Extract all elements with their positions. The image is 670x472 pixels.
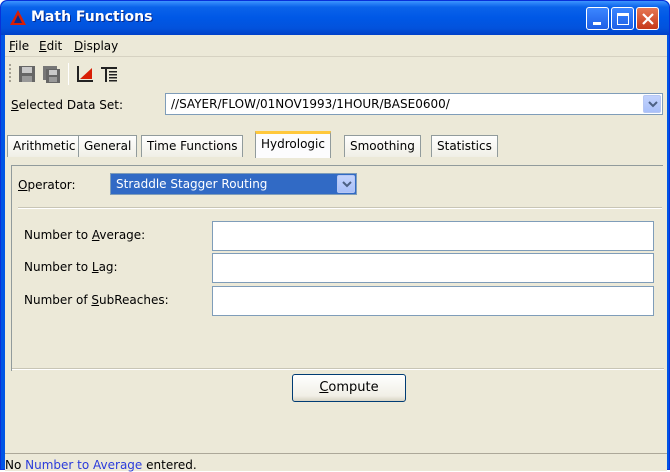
status-bar: No Number to Average entered. [5,453,667,472]
dataset-label: Selected Data Set: [11,98,124,112]
save-icon[interactable] [17,64,37,84]
panel-bottom-divider [12,368,664,370]
compute-button[interactable]: Compute [292,374,406,402]
operator-select-value: Straddle Stagger Routing [116,177,268,191]
tab-arithmetic[interactable]: Arithmetic [7,135,82,157]
hydrologic-panel-content: Operator: Straddle Stagger Routing Numbe… [12,166,664,372]
close-icon [642,13,654,25]
tab-general[interactable]: General [78,135,138,157]
title-bar[interactable]: Math Functions [1,1,669,35]
save-all-icon[interactable] [41,64,61,84]
number-to-average-input[interactable] [212,221,654,251]
dataset-select[interactable]: //SAYER/FLOW/01NOV1993/1HOUR/BASE0600/ [165,93,663,115]
number-to-average-label: Number to Average: [24,228,146,242]
operator-divider [18,207,662,209]
window-title: Math Functions [31,9,153,25]
maximize-button[interactable] [611,7,634,30]
tab-statistics[interactable]: Statistics [431,135,498,157]
operator-label: Operator: [18,178,76,192]
app-logo-icon [10,10,26,25]
minimize-button[interactable] [586,7,609,30]
menu-edit[interactable]: Edit [39,39,62,53]
number-of-subreaches-label: Number of SubReaches: [24,293,169,307]
tab-time-functions[interactable]: Time Functions [141,135,244,157]
tabulate-icon[interactable] [99,64,119,84]
toolbar-grip[interactable] [9,64,11,84]
toolbar [5,58,667,88]
chevron-down-icon [342,181,352,188]
status-message: No Number to Average entered. [5,458,197,472]
chevron-down-icon [648,101,658,108]
toolbar-separator [68,63,69,85]
dataset-select-value: //SAYER/FLOW/01NOV1993/1HOUR/BASE0600/ [171,97,450,111]
operator-dropdown-button[interactable] [337,175,355,193]
menu-display[interactable]: Display [74,39,118,53]
hydrologic-panel: Operator: Straddle Stagger Routing Numbe… [11,165,664,372]
close-button[interactable] [636,7,659,30]
maximize-icon [617,13,629,25]
minimize-icon [593,22,601,25]
math-functions-window: Math Functions File Edit Display Selecte… [0,0,670,472]
menu-bar: File Edit Display [5,35,667,57]
dataset-row: Selected Data Set: //SAYER/FLOW/01NOV199… [5,90,667,120]
number-of-subreaches-input[interactable] [212,286,654,316]
number-to-lag-label: Number to Lag: [24,260,118,274]
operator-select[interactable]: Straddle Stagger Routing [110,173,357,195]
plot-icon[interactable] [75,64,95,84]
number-to-lag-input[interactable] [212,253,654,283]
tab-hydrologic[interactable]: Hydrologic [255,131,331,158]
tab-smoothing[interactable]: Smoothing [344,135,421,157]
dataset-dropdown-button[interactable] [643,95,661,113]
menu-file[interactable]: File [9,39,29,53]
